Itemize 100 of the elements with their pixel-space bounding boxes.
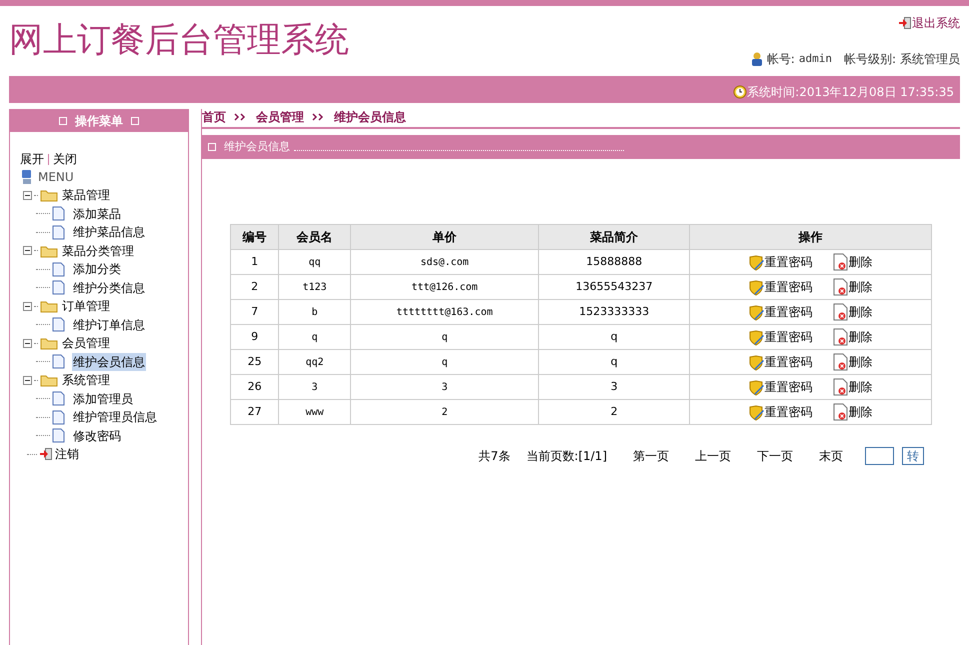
toggle-icon[interactable] [23, 338, 32, 348]
table-cell: 3 [350, 374, 539, 400]
shield-pencil-icon [748, 280, 765, 296]
table-cell: tttttttt@163.com [350, 300, 539, 324]
table-cell: 3 [278, 374, 350, 400]
tree-folder[interactable]: 菜品分类管理 [62, 242, 134, 260]
tree-item[interactable]: 添加分类 [72, 260, 122, 278]
table-cell: www [278, 400, 350, 424]
tree-item[interactable]: 维护订单信息 [72, 316, 146, 334]
tree-folder[interactable]: 系统管理 [62, 371, 110, 390]
table-cell: 2 [538, 400, 690, 424]
table-cell: q [278, 324, 350, 350]
column-header: 单价 [350, 224, 539, 250]
document-icon [52, 428, 65, 444]
logout-item[interactable]: 注销 [55, 445, 79, 464]
document-icon [52, 410, 65, 425]
tree-item[interactable]: 添加管理员 [72, 390, 134, 408]
folder-icon [40, 336, 58, 350]
tree-folder[interactable]: 会员管理 [62, 334, 110, 352]
table-cell: 13655543237 [538, 274, 690, 300]
reset-password-link[interactable]: 重置密码 [748, 278, 813, 296]
tree-folder[interactable]: 订单管理 [62, 297, 110, 316]
document-delete-icon [832, 328, 849, 346]
table-cell: 2 [230, 274, 279, 300]
go-button[interactable]: 转 [902, 447, 924, 465]
table-cell: 2 [350, 400, 539, 424]
account-name: admin [798, 50, 832, 67]
tree-item[interactable]: 维护管理员信息 [72, 408, 158, 426]
next-page-link[interactable]: 下一页 [757, 447, 793, 465]
column-header: 菜品简介 [538, 224, 690, 250]
exit-icon [39, 447, 53, 462]
document-icon [52, 206, 65, 222]
breadcrumb-link[interactable]: 首页 [202, 108, 226, 126]
toggle-icon[interactable] [23, 246, 32, 256]
document-delete-icon [832, 353, 849, 371]
table-cell: 3 [538, 374, 690, 400]
breadcrumb-link[interactable]: 会员管理 [256, 108, 304, 126]
reset-password-link[interactable]: 重置密码 [748, 353, 813, 371]
shield-pencil-icon [748, 405, 765, 421]
logout-link[interactable]: 退出系统 [898, 14, 960, 32]
delete-link[interactable]: 删除 [832, 278, 873, 296]
tree-folder[interactable]: 菜品管理 [62, 186, 110, 204]
folder-icon [40, 188, 58, 202]
document-icon [52, 262, 65, 277]
collapse-link[interactable]: 关闭 [53, 150, 77, 168]
table-cell: q [538, 350, 690, 374]
table-cell: 25 [230, 350, 279, 374]
shield-pencil-icon [748, 305, 765, 321]
table-cell: qq2 [278, 350, 350, 374]
delete-link[interactable]: 删除 [832, 303, 873, 321]
toggle-icon[interactable] [23, 190, 32, 200]
document-icon [52, 280, 65, 296]
exit-icon [898, 16, 912, 30]
table-cell: b [278, 300, 350, 324]
column-header: 操作 [690, 224, 932, 250]
page-input[interactable] [865, 447, 894, 465]
expand-link[interactable]: 展开 [20, 150, 44, 168]
reset-password-link[interactable]: 重置密码 [748, 328, 813, 346]
table-cell: sds@.com [350, 250, 539, 274]
delete-link[interactable]: 删除 [832, 328, 873, 346]
document-icon [52, 224, 65, 240]
table-cell: ttt@126.com [350, 274, 539, 300]
tree-item[interactable]: 修改密码 [72, 426, 122, 445]
account-level: 系统管理员 [900, 51, 960, 68]
toggle-icon[interactable] [23, 376, 32, 385]
table-cell: 15888888 [538, 250, 690, 274]
account-label: 帐号: [766, 51, 795, 68]
reset-password-link[interactable]: 重置密码 [748, 303, 813, 321]
delete-link[interactable]: 删除 [832, 253, 873, 271]
tree-item[interactable]: 维护会员信息 [72, 352, 146, 371]
table-cell: 7 [230, 300, 279, 324]
folder-icon [40, 244, 58, 258]
table-cell: 27 [230, 400, 279, 424]
document-delete-icon [832, 278, 849, 296]
system-title: 网上订餐后台管理系统 [9, 20, 349, 62]
tree-item[interactable]: 维护菜品信息 [72, 223, 146, 242]
document-icon [52, 354, 65, 370]
tree-item[interactable]: 添加菜品 [72, 204, 122, 223]
folder-icon [40, 373, 58, 388]
previous-page-link[interactable]: 上一页 [695, 447, 731, 465]
reset-password-link[interactable]: 重置密码 [748, 378, 813, 396]
table-cell: q [538, 324, 690, 350]
document-delete-icon [832, 378, 849, 396]
delete-link[interactable]: 删除 [832, 353, 873, 371]
folder-icon [40, 299, 58, 314]
tree-item[interactable]: 维护分类信息 [72, 278, 146, 297]
first-page-link[interactable]: 第一页 [633, 447, 669, 465]
table-cell: 1 [230, 250, 279, 274]
menu-root[interactable]: MENU [38, 168, 74, 186]
shield-pencil-icon [748, 380, 765, 396]
chevron-icon [312, 113, 326, 121]
reset-password-link[interactable]: 重置密码 [748, 253, 813, 271]
reset-password-link[interactable]: 重置密码 [748, 403, 813, 421]
toggle-icon[interactable] [23, 302, 32, 311]
computer-icon [20, 169, 34, 185]
last-page-link[interactable]: 末页 [819, 447, 843, 465]
delete-link[interactable]: 删除 [832, 378, 873, 396]
breadcrumb-link[interactable]: 维护会员信息 [334, 108, 406, 126]
document-delete-icon [832, 403, 849, 421]
delete-link[interactable]: 删除 [832, 403, 873, 421]
